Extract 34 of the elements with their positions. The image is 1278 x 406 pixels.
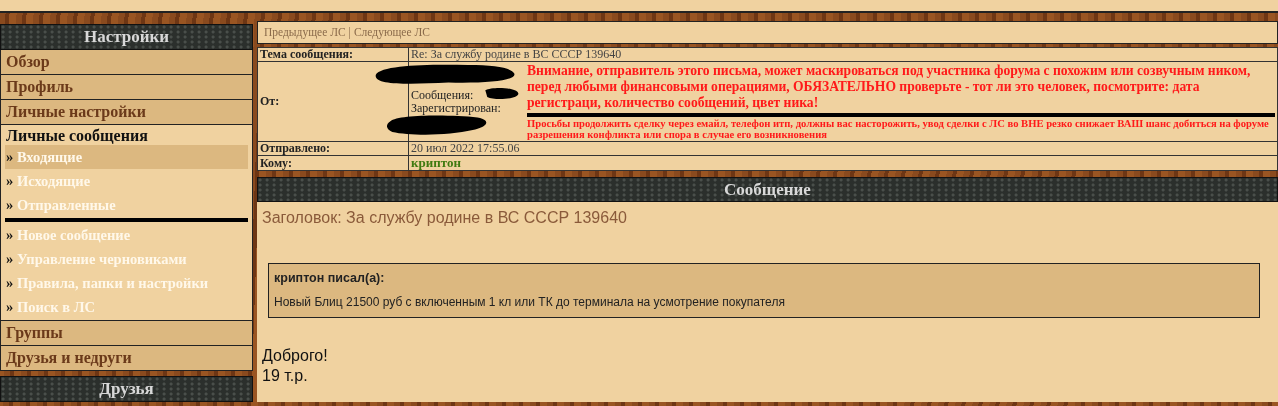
sidebar-subitem[interactable]: » Новое сообщение <box>5 223 248 247</box>
panel-header: Сообщение <box>257 177 1278 202</box>
sidebar-subitem[interactable]: » Отправленные <box>5 193 248 217</box>
message-text: 19 т.р. <box>262 366 309 386</box>
sidebar-item[interactable]: Друзья и недруги <box>0 346 253 371</box>
sidebar-subitem[interactable]: » Правила, папки и настройки <box>5 271 248 295</box>
sidebar-subitem[interactable]: » Поиск в ЛС <box>5 295 248 319</box>
message-subject: Заголовок: За службу родине в ВС СССР 139640 <box>262 209 628 227</box>
sidebar-subitem[interactable]: » Исходящие <box>5 169 248 193</box>
sidebar-item[interactable]: Личные настройки <box>0 100 253 125</box>
sidebar-subitem[interactable]: » Входящие <box>5 145 248 169</box>
nav-link[interactable]: Следующее ЛС <box>353 26 430 38</box>
separator-text: | <box>348 26 351 38</box>
sidebar-item[interactable]: Личные сообщения <box>5 126 248 145</box>
sidebar-item[interactable]: Обзор <box>0 50 253 75</box>
field-label: Сообщения: <box>411 88 475 102</box>
notice-text: Просьбы продолжить сделку через емайл, телефон итп, должны вас насторожить, увод сделки с ЛС во ВНЕ резко снижает ВАШ шанс добиться на форуме разрешения конфликта или спора в случае его возникновения <box>527 118 1270 140</box>
table-cell: Re: За службу родине в ВС СССР 139640 <box>408 47 1278 62</box>
table-cell: Отправлено: <box>257 141 409 156</box>
quote-text: Новый Блиц 21500 руб с включенным 1 кл или ТК до терминала на усмотрение покупателя <box>274 295 786 309</box>
field-label: Зарегистрирован: <box>411 101 502 115</box>
warning-text: Внимание, отправитель этого письма, может маскироваться под участника форума с похожим или созвучным ником, перед любыми финансовыми операциями, ОБЯЗАТЕЛЬНО проверьте - тот ли это человек, посмотрите: дата регистраци, количество сообщений, цвет ника! <box>527 63 1252 111</box>
sidebar-subitem[interactable]: » Управление черновиками <box>5 247 248 271</box>
table-cell: Тема сообщения: <box>257 47 409 62</box>
sidebar-item[interactable]: Профиль <box>0 75 253 100</box>
nav-link[interactable]: Предыдущее ЛС <box>264 26 346 38</box>
table-cell: Кому: <box>257 155 409 171</box>
panel-header: Друзья <box>0 376 253 402</box>
table-cell: 20 июл 2022 17:55.06 <box>408 141 1278 156</box>
sidebar-item[interactable]: Группы <box>0 321 253 346</box>
user-link[interactable]: криптон <box>411 155 461 170</box>
message-text: Доброго! <box>262 346 329 366</box>
panel-header: Настройки <box>0 24 253 50</box>
quote-author: криптон писал(а): <box>274 271 386 285</box>
